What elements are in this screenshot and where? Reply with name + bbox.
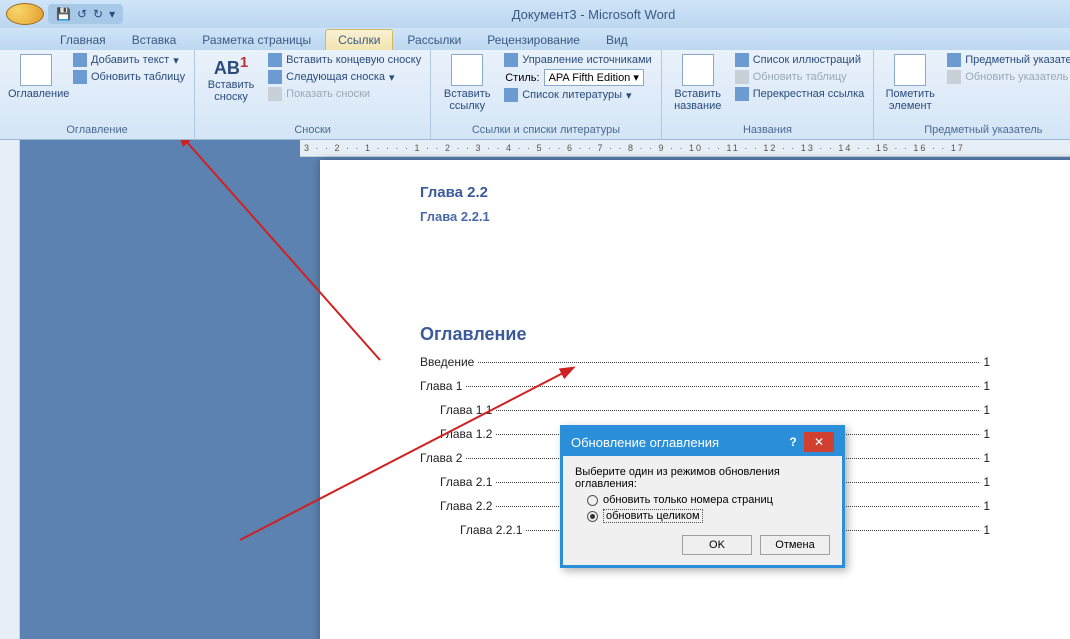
save-icon[interactable]: 💾 bbox=[56, 7, 71, 21]
update-toc-button[interactable]: Обновить таблицу bbox=[70, 69, 188, 85]
citation-icon bbox=[451, 54, 483, 86]
dialog-prompt: Выберите один из режимов обновления огла… bbox=[575, 466, 830, 490]
radio-icon-checked bbox=[587, 511, 598, 522]
insert-citation-button[interactable]: Вставить ссылку bbox=[437, 52, 497, 114]
office-button[interactable] bbox=[6, 3, 44, 25]
toc-text: Глава 2.1 bbox=[440, 475, 492, 489]
radio-page-numbers[interactable]: обновить только номера страниц bbox=[587, 494, 830, 506]
figlist-icon bbox=[735, 53, 749, 67]
insert-caption-button[interactable]: Вставить название bbox=[668, 52, 728, 114]
toc-button[interactable]: Оглавление bbox=[6, 52, 66, 102]
insert-endnote-button[interactable]: Вставить концевую сноску bbox=[265, 52, 424, 68]
update-index-button: Обновить указатель bbox=[944, 69, 1070, 85]
mark-icon bbox=[894, 54, 926, 86]
style-label: Стиль: bbox=[505, 72, 539, 84]
manage-sources-button[interactable]: Управление источниками bbox=[501, 52, 654, 68]
toc-page: 1 bbox=[983, 499, 990, 513]
biblio-icon bbox=[504, 88, 518, 102]
toc-entry[interactable]: Введение 1 bbox=[420, 355, 990, 369]
tab-review[interactable]: Рецензирование bbox=[475, 30, 592, 50]
next-footnote-icon bbox=[268, 70, 282, 84]
add-text-button[interactable]: Добавить текст ▾ bbox=[70, 52, 188, 68]
qat-dropdown-icon[interactable]: ▾ bbox=[109, 7, 115, 21]
dialog-help-button[interactable]: ? bbox=[782, 435, 804, 449]
refresh-icon bbox=[73, 70, 87, 84]
mark-entry-button[interactable]: Пометить элемент bbox=[880, 52, 940, 114]
group-toc: Оглавление Добавить текст ▾ Обновить таб… bbox=[0, 50, 195, 139]
radio-icon bbox=[587, 495, 598, 506]
ribbon: Оглавление Добавить текст ▾ Обновить таб… bbox=[0, 50, 1070, 140]
tab-home[interactable]: Главная bbox=[48, 30, 118, 50]
update-cap-icon bbox=[735, 70, 749, 84]
dialog-titlebar[interactable]: Обновление оглавления ? ✕ bbox=[563, 428, 842, 456]
undo-icon[interactable]: ↺ bbox=[77, 7, 87, 21]
show-notes-icon bbox=[268, 87, 282, 101]
toc-text: Введение bbox=[420, 355, 474, 369]
ab-icon: AB1 bbox=[203, 54, 259, 79]
document-area: 3 · · 2 · · 1 · · · · 1 · · 2 · · 3 · · … bbox=[20, 140, 1070, 639]
bibliography-button[interactable]: Список литературы ▾ bbox=[501, 87, 654, 103]
dialog-close-button[interactable]: ✕ bbox=[804, 432, 834, 452]
tab-layout[interactable]: Разметка страницы bbox=[190, 30, 323, 50]
group-footnotes: AB1 Вставить сноску Вставить концевую сн… bbox=[195, 50, 431, 139]
toc-entry[interactable]: Глава 1.1 1 bbox=[420, 403, 990, 417]
toc-text: Глава 1 bbox=[420, 379, 462, 393]
tab-insert[interactable]: Вставка bbox=[120, 30, 189, 50]
crossref-icon bbox=[735, 87, 749, 101]
table-of-figures-button[interactable]: Список иллюстраций bbox=[732, 52, 868, 68]
update-captions-button: Обновить таблицу bbox=[732, 69, 868, 85]
cancel-button[interactable]: Отмена bbox=[760, 535, 830, 555]
radio-entire[interactable]: обновить целиком bbox=[587, 509, 830, 523]
group-index: Пометить элемент Предметный указатель Об… bbox=[874, 50, 1070, 139]
group-citations: Вставить ссылку Управление источниками С… bbox=[431, 50, 661, 139]
caption-icon bbox=[682, 54, 714, 86]
quick-access-toolbar: 💾 ↺ ↻ ▾ bbox=[48, 4, 123, 24]
toc-page: 1 bbox=[983, 475, 990, 489]
ribbon-tabs: Главная Вставка Разметка страницы Ссылки… bbox=[0, 28, 1070, 50]
tab-mailings[interactable]: Рассылки bbox=[395, 30, 473, 50]
redo-icon[interactable]: ↻ bbox=[93, 7, 103, 21]
toc-text: Глава 2.2.1 bbox=[460, 523, 522, 537]
update-toc-dialog: Обновление оглавления ? ✕ Выберите один … bbox=[560, 425, 845, 568]
style-combobox[interactable]: APA Fifth Edition ▾ bbox=[544, 69, 644, 86]
toc-text: Глава 1.1 bbox=[440, 403, 492, 417]
heading-1[interactable]: Глава 2.2 bbox=[420, 184, 990, 201]
group-captions: Вставить название Список иллюстраций Обн… bbox=[662, 50, 875, 139]
update-idx-icon bbox=[947, 70, 961, 84]
toc-text: Глава 1.2 bbox=[440, 427, 492, 441]
ok-button[interactable]: OK bbox=[682, 535, 752, 555]
show-footnotes-button: Показать сноски bbox=[265, 86, 424, 102]
next-footnote-button[interactable]: Следующая сноска ▾ bbox=[265, 69, 424, 85]
tab-references[interactable]: Ссылки bbox=[325, 29, 393, 50]
toc-page: 1 bbox=[983, 427, 990, 441]
toc-icon bbox=[20, 54, 52, 86]
plus-icon bbox=[73, 53, 87, 67]
toc-page: 1 bbox=[983, 451, 990, 465]
toc-page: 1 bbox=[983, 403, 990, 417]
window-title: Документ3 - Microsoft Word bbox=[123, 7, 1064, 22]
horizontal-ruler[interactable]: 3 · · 2 · · 1 · · · · 1 · · 2 · · 3 · · … bbox=[300, 140, 1070, 157]
vertical-ruler[interactable] bbox=[0, 140, 20, 639]
toc-page: 1 bbox=[983, 379, 990, 393]
toc-entry[interactable]: Глава 1 1 bbox=[420, 379, 990, 393]
insert-footnote-button[interactable]: AB1 Вставить сноску bbox=[201, 52, 261, 105]
toc-title[interactable]: Оглавление bbox=[420, 324, 990, 345]
toc-page: 1 bbox=[983, 523, 990, 537]
tab-view[interactable]: Вид bbox=[594, 30, 640, 50]
heading-2[interactable]: Глава 2.2.1 bbox=[420, 209, 990, 224]
insert-index-button[interactable]: Предметный указатель bbox=[944, 52, 1070, 68]
toc-text: Глава 2 bbox=[420, 451, 462, 465]
cross-reference-button[interactable]: Перекрестная ссылка bbox=[732, 86, 868, 102]
title-bar: 💾 ↺ ↻ ▾ Документ3 - Microsoft Word bbox=[0, 0, 1070, 28]
index-icon bbox=[947, 53, 961, 67]
endnote-icon bbox=[268, 53, 282, 67]
toc-page: 1 bbox=[983, 355, 990, 369]
toc-text: Глава 2.2 bbox=[440, 499, 492, 513]
manage-icon bbox=[504, 53, 518, 67]
